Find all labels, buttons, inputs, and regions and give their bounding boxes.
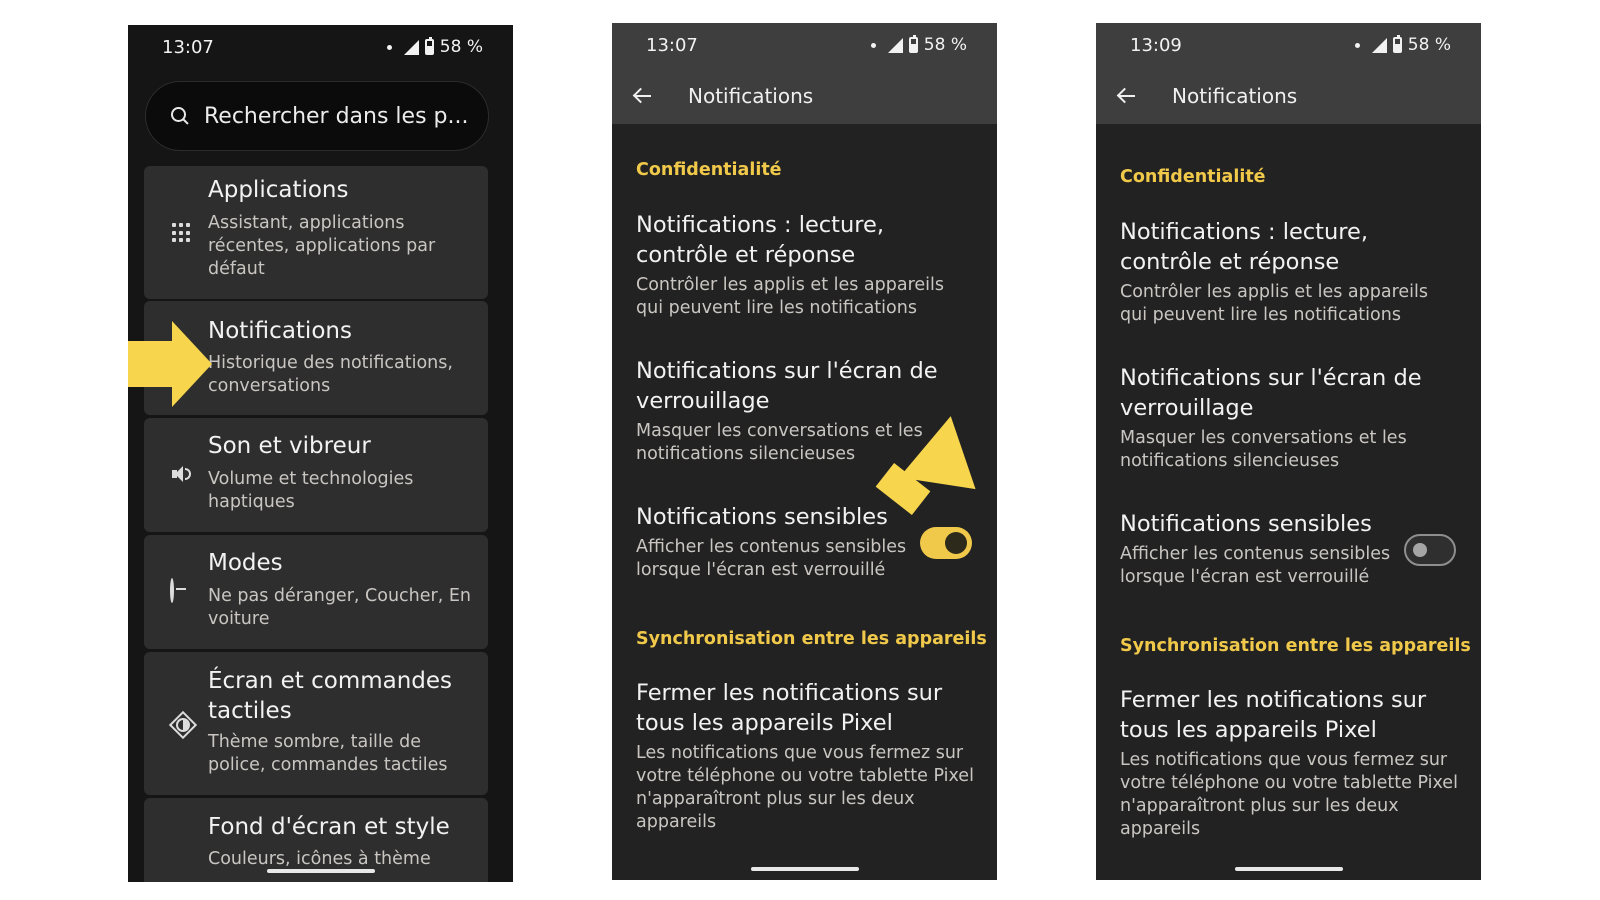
- highlight-arrow-icon: [128, 321, 218, 407]
- setting-title: Notifications : lecture, contrôle et rép…: [1120, 219, 1369, 275]
- signal-icon: [1371, 37, 1387, 53]
- setting-subtitle: Afficher les contenus sensibles lorsque …: [1120, 544, 1391, 587]
- page-title: Notifications: [688, 84, 814, 108]
- settings-item-subtitle: Assistant, applications récentes, applic…: [208, 213, 436, 279]
- signal-icon: [403, 39, 419, 55]
- settings-item-title: Modes: [208, 550, 283, 576]
- settings-item-title: Son et vibreur: [208, 433, 371, 459]
- settings-item-subtitle: Historique des notifications, conversati…: [208, 353, 453, 396]
- status-time: 13:07: [162, 37, 214, 58]
- settings-home-screen: 13:07 58 % Rechercher dans les p... Appl…: [128, 25, 513, 882]
- status-time: 13:07: [646, 35, 698, 56]
- app-bar: 13:09 58 % Notifications: [1096, 23, 1481, 124]
- notification-dot-icon: [1354, 42, 1360, 48]
- app-bar: 13:07 58 % Notifications: [612, 23, 997, 124]
- setting-title: Notifications sur l'écran de verrouillag…: [636, 358, 938, 414]
- settings-item-subtitle: Volume et technologies haptiques: [208, 469, 414, 512]
- setting-subtitle: Masquer les conversations et les notific…: [1120, 428, 1407, 471]
- settings-item-sound[interactable]: Son et vibreur Volume et technologies ha…: [144, 418, 488, 532]
- setting-subtitle: Afficher les contenus sensibles lorsque …: [636, 537, 907, 580]
- setting-title: Notifications : lecture, contrôle et rép…: [636, 212, 885, 268]
- battery-icon: [908, 35, 918, 53]
- section-header-privacy: Confidentialité: [636, 160, 782, 180]
- setting-title: Notifications sur l'écran de verrouillag…: [1120, 365, 1422, 421]
- settings-item-title: Notifications: [208, 318, 352, 344]
- setting-subtitle: Contrôler les applis et les appareils qu…: [636, 275, 945, 318]
- settings-item-applications[interactable]: Applications Assistant, applications réc…: [144, 166, 488, 299]
- setting-subtitle: Les notifications que vous fermez sur vo…: [636, 743, 974, 832]
- settings-item-title: Applications: [208, 177, 349, 203]
- notifications-screen-toggle-off: 13:09 58 % Notifications Confidentialité…: [1096, 23, 1481, 880]
- page-title: Notifications: [1172, 84, 1298, 108]
- settings-item-modes[interactable]: Modes Ne pas déranger, Coucher, En voitu…: [144, 535, 488, 649]
- battery-icon: [1392, 35, 1402, 53]
- notification-dot-icon: [386, 44, 392, 50]
- search-placeholder: Rechercher dans les p...: [204, 103, 469, 129]
- settings-item-subtitle: Ne pas déranger, Coucher, En voiture: [208, 586, 471, 629]
- back-arrow-icon[interactable]: [1116, 87, 1136, 105]
- settings-item-title: Écran et commandes tactiles: [208, 668, 453, 724]
- sensitive-notifications-toggle[interactable]: [1404, 534, 1456, 566]
- back-arrow-icon[interactable]: [632, 87, 652, 105]
- battery-level: 58 %: [1407, 35, 1451, 55]
- status-bar: 13:07 58 %: [612, 23, 997, 69]
- notification-dot-icon: [870, 42, 876, 48]
- search-icon: [170, 106, 190, 126]
- battery-level: 58 %: [923, 35, 967, 55]
- section-header-sync: Synchronisation entre les appareils: [1120, 636, 1471, 656]
- section-header-privacy: Confidentialité: [1120, 167, 1266, 187]
- status-icons: 58 %: [1354, 35, 1451, 55]
- status-bar: 13:09 58 %: [1096, 23, 1481, 69]
- apps-grid-icon: [170, 221, 192, 243]
- do-not-disturb-icon: [170, 578, 174, 603]
- settings-item-title: Fond d'écran et style: [208, 814, 450, 840]
- status-icons: 58 %: [386, 37, 483, 57]
- gesture-navigation-bar[interactable]: [266, 869, 375, 873]
- section-header-sync: Synchronisation entre les appareils: [636, 629, 987, 649]
- status-time: 13:09: [1130, 35, 1182, 56]
- gesture-navigation-bar[interactable]: [750, 867, 859, 871]
- highlight-arrow-icon: [852, 416, 997, 536]
- settings-search-bar[interactable]: Rechercher dans les p...: [145, 81, 489, 151]
- settings-item-subtitle: Couleurs, icônes à thème: [208, 849, 431, 869]
- settings-item-display[interactable]: Écran et commandes tactiles Thème sombre…: [144, 652, 488, 795]
- setting-title: Fermer les notifications sur tous les ap…: [1120, 687, 1427, 743]
- notifications-screen-toggle-on: 13:07 58 % Notifications Confidentialité…: [612, 23, 997, 880]
- status-icons: 58 %: [870, 35, 967, 55]
- setting-subtitle: Les notifications que vous fermez sur vo…: [1120, 750, 1458, 839]
- setting-subtitle: Contrôler les applis et les appareils qu…: [1120, 282, 1429, 325]
- settings-item-subtitle: Thème sombre, taille de police, commande…: [208, 732, 448, 775]
- setting-title: Notifications sensibles: [1120, 511, 1372, 537]
- battery-icon: [424, 37, 434, 55]
- gesture-navigation-bar[interactable]: [1234, 867, 1343, 871]
- setting-title: Fermer les notifications sur tous les ap…: [636, 680, 943, 736]
- status-bar: 13:07 58 %: [128, 25, 513, 71]
- battery-level: 58 %: [439, 37, 483, 57]
- signal-icon: [887, 37, 903, 53]
